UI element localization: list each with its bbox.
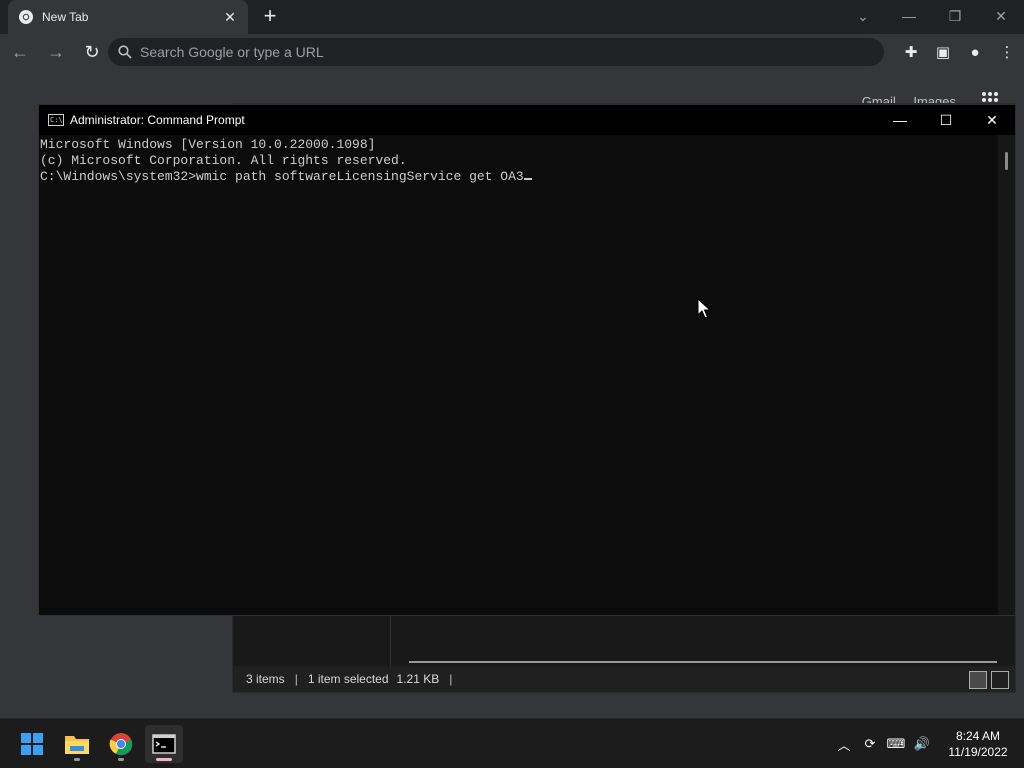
tab-search-chevron-icon[interactable]: ⌄ [840,8,886,25]
minimize-icon[interactable]: — [877,105,923,135]
item-count: 3 items [246,672,285,686]
command-prompt-window: C:\ Administrator: Command Prompt — ☐ ✕ … [38,104,1016,616]
toolbar-actions: ✚ ▣ ● ⋮ [900,38,1018,66]
large-icons-view-icon[interactable] [991,671,1009,689]
omnibox-placeholder: Search Google or type a URL [140,44,324,60]
status-separator: | [294,672,298,686]
chrome-icon [109,733,133,756]
console-line: (c) Microsoft Corporation. All rights re… [40,153,407,168]
clock-date: 11/19/2022 [948,745,1008,759]
profile-avatar-icon[interactable]: ● [964,38,986,66]
extensions-puzzle-icon[interactable]: ✚ [900,38,922,66]
text-cursor [523,178,532,180]
new-tab-button[interactable]: + [259,5,281,28]
browser-toolbar: ← → ↻ Search Google or type a URL ✚ ▣ ● … [0,34,1024,70]
taskbar-chrome[interactable] [102,725,140,763]
browser-tabstrip: New Tab ✕ + ⌄ — ❐ ✕ [0,0,1024,34]
explorer-pane-divider[interactable] [390,609,391,669]
cmd-titlebar[interactable]: C:\ Administrator: Command Prompt — ☐ ✕ [39,105,1015,135]
restore-icon[interactable]: ❐ [932,8,978,25]
reload-icon[interactable]: ↻ [76,36,108,68]
explorer-horizontal-scrollbar[interactable] [409,661,997,663]
cmd-window-controls: — ☐ ✕ [877,105,1015,135]
browser-window-controls: ⌄ — ❐ ✕ [840,0,1024,32]
volume-icon[interactable]: 🔊 [910,732,934,756]
clock[interactable]: 8:24 AM 11/19/2022 [940,728,1016,760]
omnibox[interactable]: Search Google or type a URL [108,38,884,66]
folder-icon [65,736,89,754]
side-panel-icon[interactable]: ▣ [932,38,954,66]
clock-time: 8:24 AM [955,729,1001,743]
console-line: Microsoft Windows [Version 10.0.22000.10… [40,137,376,152]
windows-logo-icon [21,733,43,755]
minimize-icon[interactable]: — [886,8,932,24]
view-switcher [969,671,1009,689]
close-icon[interactable]: ✕ [978,8,1024,25]
running-indicator [118,758,124,761]
cmd-vertical-scrollbar[interactable] [998,135,1015,615]
taskbar-file-explorer[interactable] [58,725,96,763]
taskbar-command-prompt[interactable] [145,725,183,763]
cmd-window-title: Administrator: Command Prompt [70,113,245,127]
cmd-app-icon: C:\ [48,114,64,126]
show-hidden-icons-chevron-icon[interactable]: ︿ [832,732,856,756]
desktop: New Tab ✕ + ⌄ — ❐ ✕ ← → ↻ Search Google … [0,0,1024,768]
close-icon[interactable]: ✕ [969,105,1015,135]
network-icon[interactable]: ⌨ [884,732,908,756]
taskbar: ︿ ⟳ ⌨ 🔊 8:24 AM 11/19/2022 [0,718,1024,768]
start-button[interactable] [13,725,51,763]
back-arrow-icon[interactable]: ← [4,36,36,68]
chrome-icon [19,10,33,24]
tab-title: New Tab [42,10,89,24]
scrollbar-thumb[interactable] [1005,152,1008,170]
tab-close-icon[interactable]: ✕ [222,9,238,26]
tab-new-tab[interactable]: New Tab ✕ [8,0,248,34]
cmd-console[interactable]: Microsoft Windows [Version 10.0.22000.10… [39,135,999,615]
running-indicator [74,758,80,761]
system-tray: ︿ ⟳ ⌨ 🔊 8:24 AM 11/19/2022 [832,719,1024,768]
more-menu-icon[interactable]: ⋮ [996,38,1018,66]
selected-count: 1 item selected [307,672,389,686]
active-indicator [156,758,172,761]
details-view-icon[interactable] [969,671,987,689]
search-icon [118,45,132,59]
explorer-status-bar: 3 items | 1 item selected 1.21 KB | [233,666,1015,692]
forward-arrow-icon[interactable]: → [40,36,72,68]
console-command-line: C:\Windows\system32>wmic path softwareLi… [40,169,524,184]
sync-icon[interactable]: ⟳ [858,732,882,756]
maximize-icon[interactable]: ☐ [923,105,969,135]
status-separator: | [449,672,453,686]
mouse-pointer-icon [697,298,711,319]
selected-size: 1.21 KB [396,672,440,686]
terminal-icon [152,734,176,754]
